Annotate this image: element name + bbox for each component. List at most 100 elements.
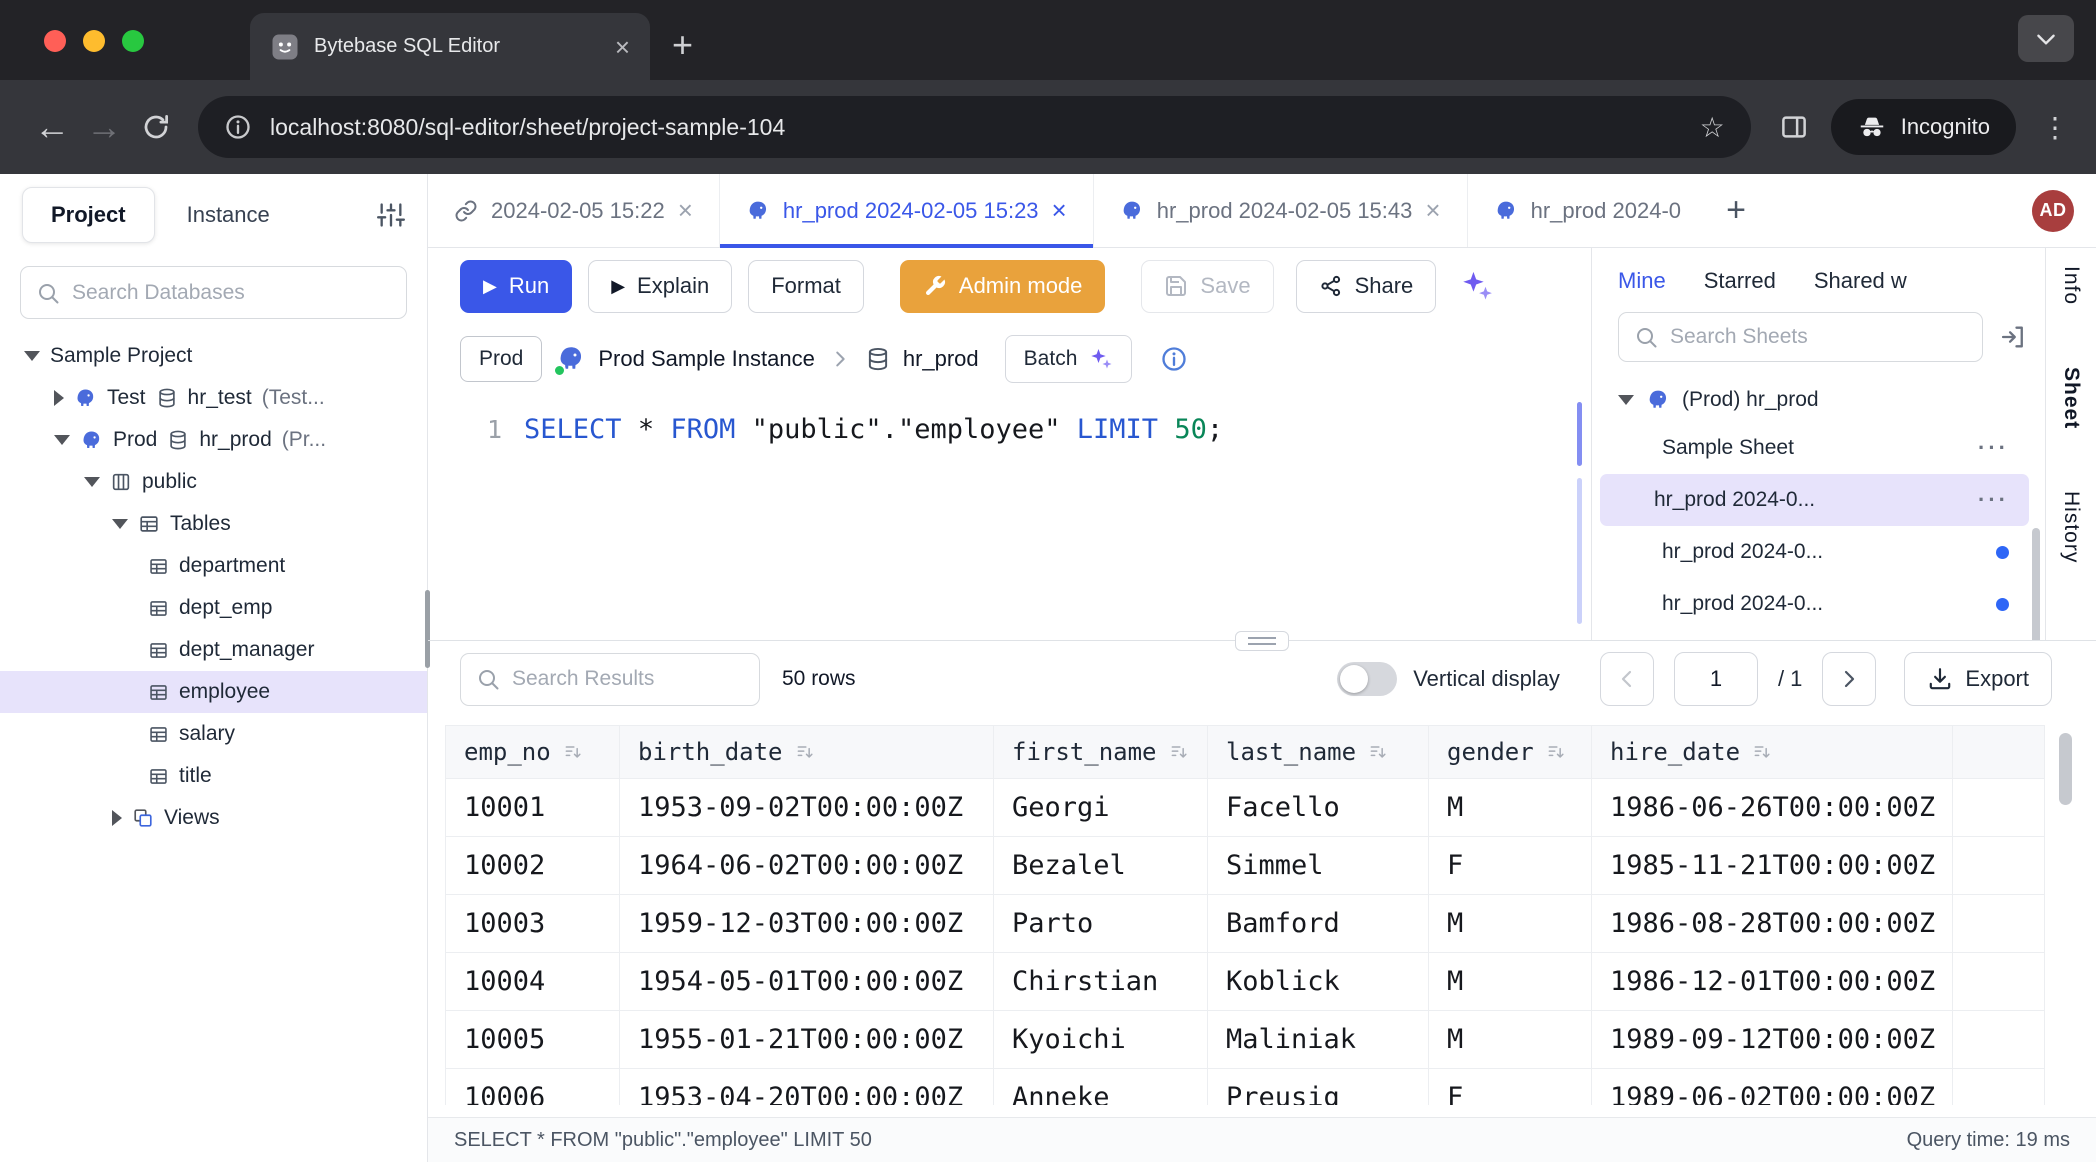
database-item[interactable]: hr_prod [865,346,979,372]
result-cell[interactable]: 1953-09-02T00:00:00Z [620,779,994,837]
sort-icon[interactable] [1368,742,1388,762]
vertical-display-toggle[interactable] [1337,662,1397,696]
column-header-hire-date[interactable]: hire_date [1592,726,1953,779]
result-cell[interactable]: 1955-01-21T00:00:00Z [620,1011,994,1069]
tree-table-dept-manager[interactable]: dept_manager [0,629,427,671]
tree-item-hr-prod[interactable]: Prod hr_prod (Pr... [0,419,427,461]
result-cell[interactable]: 1954-05-01T00:00:00Z [620,953,994,1011]
tree-table-department[interactable]: department [0,545,427,587]
sheet-menu-icon[interactable]: ··· [1978,487,2009,513]
sort-icon[interactable] [1546,742,1566,762]
result-cell[interactable]: 1986-12-01T00:00:00Z [1592,953,1953,1011]
tree-item-schema-public[interactable]: public [0,461,427,503]
result-cell[interactable]: F [1429,837,1592,895]
tree-table-salary[interactable]: salary [0,713,427,755]
column-header-last-name[interactable]: last_name [1208,726,1429,779]
tree-item-project[interactable]: Sample Project [0,335,427,377]
admin-mode-button[interactable]: Admin mode [900,260,1106,313]
instance-item[interactable]: Prod Sample Instance [556,344,814,374]
close-tab-icon[interactable]: × [615,34,630,60]
back-button[interactable]: ← [26,106,78,148]
bookmark-star-icon[interactable]: ☆ [1700,111,1725,144]
column-header-gender[interactable]: gender [1429,726,1592,779]
browser-menu-icon[interactable]: ⋮ [2040,111,2070,144]
next-page-button[interactable] [1822,652,1876,706]
panel-resize-handle[interactable] [1235,631,1289,651]
results-search-field[interactable] [512,667,744,691]
sheet-search-field[interactable] [1670,325,1967,349]
new-sheet-tab-icon[interactable]: + [1707,174,1765,247]
tree-table-employee-selected[interactable]: employee [0,671,427,713]
result-cell[interactable]: M [1429,953,1592,1011]
side-panel-icon[interactable] [1779,112,1809,142]
result-cell[interactable]: Parto [994,895,1208,953]
database-search-field[interactable] [72,281,391,305]
sheet-search-input[interactable] [1618,312,1983,362]
collapse-panel-icon[interactable] [1999,323,2027,351]
close-tab-icon[interactable]: × [678,195,693,226]
tree-table-title[interactable]: title [0,755,427,797]
caret-down-icon[interactable] [1618,395,1634,405]
sheet-group-hr-prod[interactable]: (Prod) hr_prod [1592,378,2045,422]
reload-button[interactable] [130,112,182,142]
column-header-birth-date[interactable]: birth_date [620,726,994,779]
export-button[interactable]: Export [1904,652,2052,706]
result-cell[interactable]: 1959-12-03T00:00:00Z [620,895,994,953]
results-scrollbar[interactable] [2059,733,2072,805]
caret-down-icon[interactable] [24,351,40,361]
result-cell[interactable]: Georgi [994,779,1208,837]
result-cell[interactable]: Chirstian [994,953,1208,1011]
explain-button[interactable]: ▶ Explain [588,260,732,313]
editor-scrollbar-mark[interactable] [1577,402,1582,466]
column-header-emp-no[interactable]: emp_no [446,726,620,779]
tab-search-button[interactable] [2018,15,2074,62]
result-cell[interactable]: Koblick [1208,953,1429,1011]
result-cell[interactable]: Preusig [1208,1069,1429,1106]
sheet-item-sample[interactable]: Sample Sheet ··· [1600,422,2029,474]
filter-sliders-icon[interactable] [377,201,405,229]
tab-starred[interactable]: Starred [1704,268,1776,294]
sql-editor[interactable]: 1 SELECT * FROM "public"."employee" LIMI… [428,394,1591,640]
result-cell[interactable]: F [1429,1069,1592,1106]
new-tab-icon[interactable]: + [672,24,693,66]
editor-scrollbar-mark[interactable] [1577,478,1582,624]
tab-history[interactable]: History [2059,491,2083,563]
result-cell[interactable]: 10002 [446,837,620,895]
result-cell[interactable]: 10005 [446,1011,620,1069]
sheet-item-unsaved-2[interactable]: hr_prod 2024-0... [1600,578,2029,630]
format-button[interactable]: Format [748,260,864,313]
browser-tab[interactable]: Bytebase SQL Editor × [250,13,650,80]
sheet-item-unsaved-1[interactable]: hr_prod 2024-0... [1600,526,2029,578]
url-text[interactable]: localhost:8080/sql-editor/sheet/project-… [270,114,1682,141]
caret-right-icon[interactable] [112,810,122,826]
caret-down-icon[interactable] [112,519,128,529]
site-info-icon[interactable] [224,113,252,141]
result-cell[interactable]: Maliniak [1208,1011,1429,1069]
share-button[interactable]: Share [1296,260,1437,313]
result-cell[interactable]: Bezalel [994,837,1208,895]
editor-tab-4[interactable]: hr_prod 2024-0 [1468,174,1707,247]
result-cell[interactable]: 10006 [446,1069,620,1106]
sort-icon[interactable] [795,742,815,762]
tab-instance[interactable]: Instance [187,202,270,228]
result-cell[interactable]: 10001 [446,779,620,837]
database-search-input[interactable] [20,266,407,319]
sheet-list-scrollbar[interactable] [2032,528,2040,640]
result-cell[interactable]: 1989-09-12T00:00:00Z [1592,1011,1953,1069]
sheet-item-selected[interactable]: hr_prod 2024-0... ··· [1600,474,2029,526]
result-cell[interactable]: 1989-06-02T00:00:00Z [1592,1069,1953,1106]
sort-icon[interactable] [563,742,583,762]
save-button[interactable]: Save [1141,260,1273,313]
batch-button[interactable]: Batch [1005,335,1133,383]
tree-table-dept-emp[interactable]: dept_emp [0,587,427,629]
page-number-field[interactable] [1675,653,1757,705]
maximize-window-button[interactable] [122,30,144,52]
editor-tab-2-active[interactable]: hr_prod 2024-02-05 15:23 × [720,174,1094,247]
tab-project[interactable]: Project [22,187,155,243]
result-cell[interactable]: Simmel [1208,837,1429,895]
result-cell[interactable]: 1964-06-02T00:00:00Z [620,837,994,895]
result-cell[interactable]: Kyoichi [994,1011,1208,1069]
caret-right-icon[interactable] [54,390,64,406]
caret-down-icon[interactable] [84,477,100,487]
tab-info[interactable]: Info [2059,266,2083,305]
